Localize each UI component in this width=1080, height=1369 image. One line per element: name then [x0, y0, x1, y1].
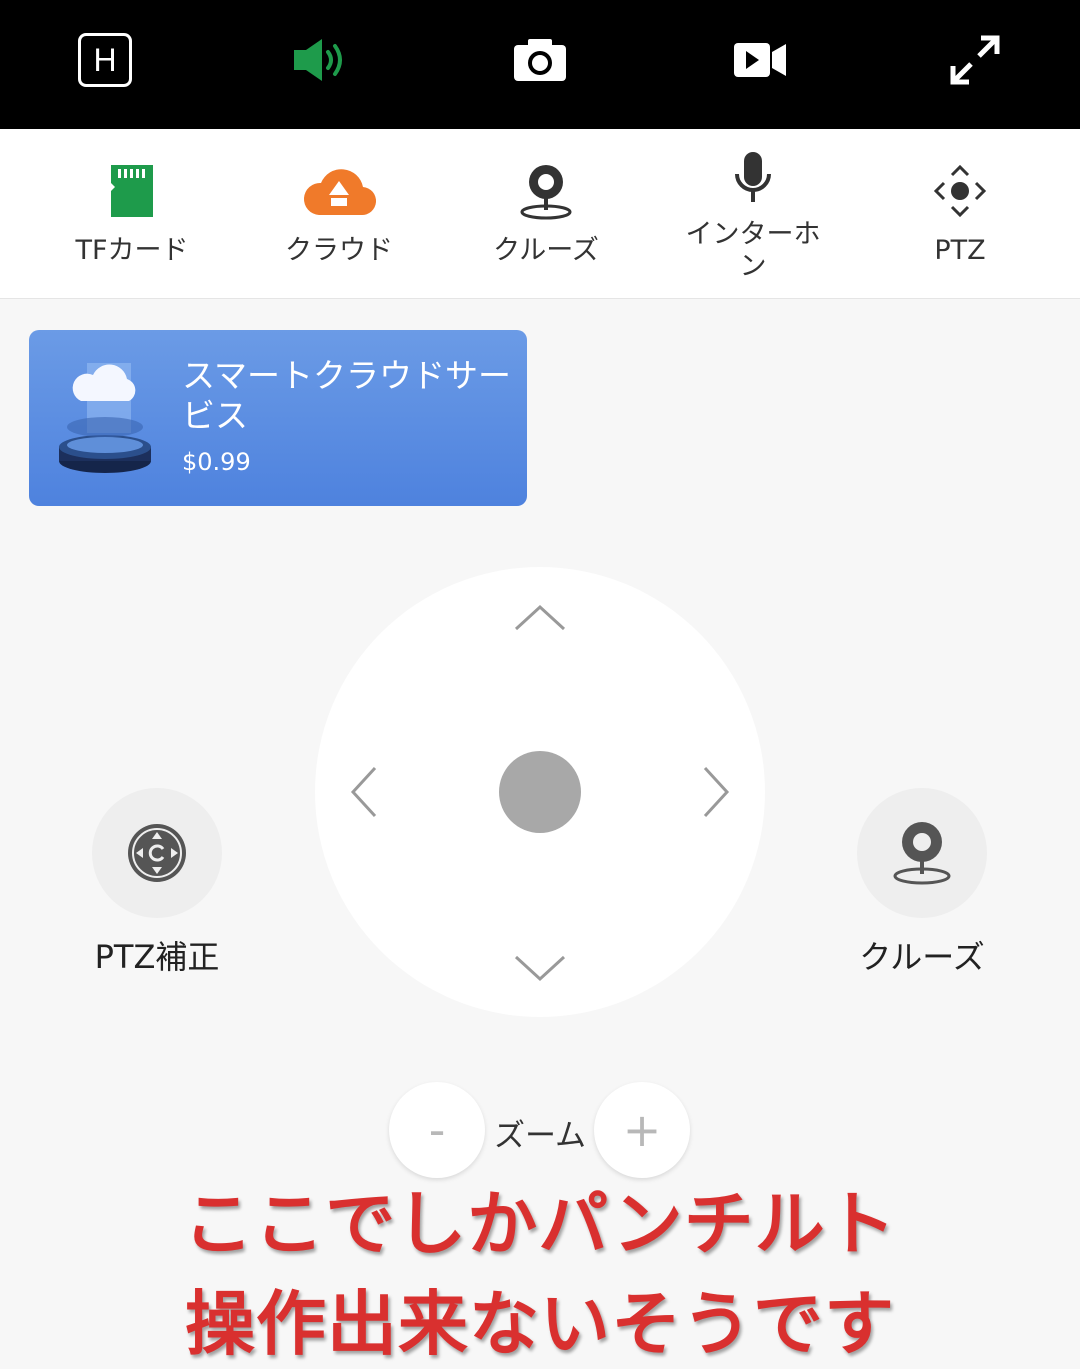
cruise-camera-icon	[893, 822, 951, 885]
pan-right-button[interactable]	[681, 757, 751, 827]
zoom-label: ズーム	[493, 1118, 587, 1154]
tool-cloud[interactable]: クラウド	[259, 129, 419, 298]
ptz-calibration-icon	[128, 824, 186, 882]
banner-price: $0.99	[182, 448, 251, 476]
sd-card-icon	[92, 151, 172, 231]
ptz-calibration-label: PTZ補正	[94, 938, 220, 976]
cloud-upload-icon	[299, 151, 379, 231]
chevron-down-icon	[514, 955, 566, 982]
chevron-right-icon	[703, 766, 730, 818]
microphone-icon	[713, 139, 793, 219]
tool-ptz[interactable]: PTZ	[880, 129, 1040, 298]
video-record-icon	[734, 43, 786, 77]
zoom-out-button[interactable]: -	[389, 1082, 485, 1178]
ptz-icon	[920, 151, 1000, 231]
record-button[interactable]	[720, 20, 800, 100]
ptz-center-button[interactable]	[499, 751, 581, 833]
tool-label: インターホ ン	[685, 219, 821, 282]
cloud-storage-icon	[59, 363, 151, 473]
cloud-service-banner[interactable]: スマートクラウドサービス $0.99	[29, 330, 527, 506]
annotation-line-1: ここでしかパンチルト	[183, 1183, 897, 1265]
tool-label: PTZ	[934, 235, 986, 266]
cruise-camera-icon	[506, 151, 586, 231]
tool-cruise[interactable]: クルーズ	[466, 129, 626, 298]
ptz-calibration-button[interactable]	[92, 788, 222, 918]
chevron-left-icon	[350, 766, 377, 818]
snapshot-button[interactable]	[500, 20, 580, 100]
zoom-in-button[interactable]: +	[594, 1082, 690, 1178]
hq-toggle-button[interactable]: H	[65, 20, 145, 100]
speaker-button[interactable]	[280, 20, 360, 100]
cruise-button[interactable]	[857, 788, 987, 918]
chevron-up-icon	[514, 604, 566, 631]
expand-icon	[950, 35, 1000, 85]
fullscreen-button[interactable]	[935, 20, 1015, 100]
video-control-bar: H	[0, 0, 1080, 129]
tool-label: クルーズ	[493, 235, 599, 266]
function-toolbar: TFカード クラウド クルーズ インターホ ン PTZ	[0, 129, 1080, 299]
speaker-icon	[294, 39, 342, 81]
pan-up-button[interactable]	[505, 583, 575, 653]
pan-down-button[interactable]	[505, 933, 575, 1003]
pan-left-button[interactable]	[329, 757, 399, 827]
tool-tf-card[interactable]: TFカード	[52, 129, 212, 298]
cruise-label: クルーズ	[859, 938, 985, 976]
tool-label: TFカード	[75, 235, 189, 266]
ptz-direction-pad	[315, 567, 765, 1017]
tool-intercom[interactable]: インターホ ン	[673, 129, 833, 298]
banner-title: スマートクラウドサービス	[182, 356, 512, 435]
hq-label: H	[78, 33, 132, 87]
tool-label: クラウド	[285, 235, 393, 266]
camera-icon	[514, 39, 566, 81]
annotation-line-2: 操作出来ないそうです	[185, 1283, 895, 1365]
